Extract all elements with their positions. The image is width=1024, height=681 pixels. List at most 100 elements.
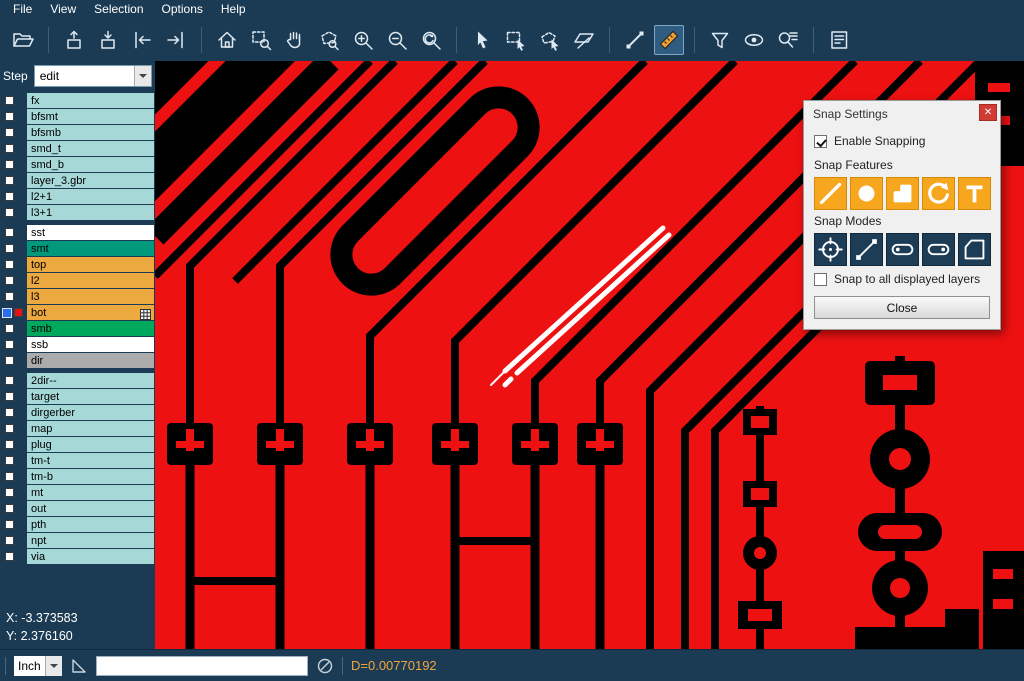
layer-label[interactable]: plug [27,437,154,452]
chevron-down-icon[interactable] [45,656,62,676]
layer-label[interactable]: tm-b [27,469,154,484]
layer-visibility-checkbox[interactable] [5,324,14,333]
layer-row[interactable]: fx [0,93,155,108]
layer-row[interactable]: l2+1 [0,189,155,204]
unit-dropdown[interactable]: Inch [14,656,62,676]
layer-visibility-checkbox[interactable] [5,424,14,433]
zoom-out-button[interactable] [382,25,412,55]
layer-row[interactable]: tm-t [0,453,155,468]
layer-row[interactable]: smb [0,321,155,336]
measure-ruler-button[interactable] [654,25,684,55]
layer-row[interactable]: smt [0,241,155,256]
home-view-button[interactable] [212,25,242,55]
angle-corner-icon[interactable] [70,657,88,675]
layer-row[interactable]: npt [0,533,155,548]
layer-label[interactable]: 2dir-- [27,373,154,388]
layer-label[interactable]: smt [27,241,154,256]
layer-visibility-checkbox[interactable] [5,160,14,169]
layer-visibility-checkbox[interactable] [5,536,14,545]
select-window-button[interactable] [501,25,531,55]
layer-label[interactable]: l3 [27,289,154,304]
layer-row[interactable]: map [0,421,155,436]
layer-row[interactable]: out [0,501,155,516]
layer-row[interactable]: dirgerber [0,405,155,420]
snap-slot-left-button[interactable] [886,233,919,266]
layer-visibility-checkbox[interactable] [5,128,14,137]
layer-visibility-checkbox[interactable] [5,208,14,217]
snap-slot-right-button[interactable] [922,233,955,266]
layer-row[interactable]: plug [0,437,155,452]
layer-label[interactable]: l3+1 [27,205,154,220]
view-options-button[interactable] [739,25,769,55]
layer-row[interactable]: bot [0,305,155,320]
layer-visibility-checkbox[interactable] [5,472,14,481]
layer-row[interactable]: l3 [0,289,155,304]
query-button[interactable] [773,25,803,55]
layer-visibility-checkbox[interactable] [5,192,14,201]
layer-visibility-checkbox[interactable] [5,376,14,385]
layer-visibility-checkbox[interactable] [5,96,14,105]
layer-visibility-checkbox[interactable] [5,260,14,269]
close-button[interactable]: Close [814,296,990,319]
layer-label[interactable]: sst [27,225,154,240]
layer-row[interactable]: smd_t [0,141,155,156]
import-down-button[interactable] [93,25,123,55]
select-arrow-button[interactable] [467,25,497,55]
zoom-window-button[interactable] [246,25,276,55]
step-left-button[interactable] [127,25,157,55]
layer-visibility-checkbox[interactable] [5,504,14,513]
chevron-down-icon[interactable] [134,66,151,86]
layer-row[interactable]: via [0,549,155,564]
snap-arc-button[interactable] [922,177,955,210]
layer-row[interactable]: dir [0,353,155,368]
layer-visibility-checkbox[interactable] [5,228,14,237]
menu-help[interactable]: Help [212,0,255,19]
redraw-icon[interactable] [316,657,334,675]
layer-row[interactable]: top [0,257,155,272]
command-input[interactable] [96,656,308,676]
layer-visibility-checkbox[interactable] [5,456,14,465]
layer-label[interactable]: tm-t [27,453,154,468]
all-layers-checkbox[interactable] [814,273,827,286]
layer-row[interactable]: 2dir-- [0,373,155,388]
layer-visibility-checkbox[interactable] [5,112,14,121]
layer-active-indicator[interactable] [2,308,12,318]
layer-row[interactable]: l2 [0,273,155,288]
layer-visibility-checkbox[interactable] [5,488,14,497]
layer-label[interactable]: npt [27,533,154,548]
layer-row[interactable]: bfsmb [0,125,155,140]
layer-visibility-checkbox[interactable] [5,144,14,153]
layer-label[interactable]: smb [27,321,154,336]
layer-label[interactable]: top [27,257,154,272]
snap-pad-button[interactable] [850,177,883,210]
draw-line-button[interactable] [620,25,650,55]
layer-row[interactable]: smd_b [0,157,155,172]
select-skew-button[interactable] [569,25,599,55]
layer-row[interactable]: layer_3.gbr [0,173,155,188]
layer-visibility-checkbox[interactable] [5,176,14,185]
layer-row[interactable]: ssb [0,337,155,352]
layer-row[interactable]: tm-b [0,469,155,484]
zoom-in-button[interactable] [348,25,378,55]
layer-row[interactable]: l3+1 [0,205,155,220]
layer-label[interactable]: mt [27,485,154,500]
snap-vertex-button[interactable] [958,233,991,266]
report-button[interactable] [824,25,854,55]
step-dropdown[interactable]: edit [34,65,152,87]
menu-view[interactable]: View [41,0,85,19]
close-icon[interactable]: ✕ [979,104,997,121]
layer-label[interactable]: smd_t [27,141,154,156]
layer-visibility-checkbox[interactable] [5,356,14,365]
menu-file[interactable]: File [4,0,41,19]
menu-selection[interactable]: Selection [85,0,152,19]
layer-label[interactable]: ssb [27,337,154,352]
layer-visibility-checkbox[interactable] [5,292,14,301]
layer-row[interactable]: target [0,389,155,404]
layer-label[interactable]: out [27,501,154,516]
layer-label[interactable]: smd_b [27,157,154,172]
select-polygon-button[interactable] [535,25,565,55]
zoom-previous-button[interactable] [416,25,446,55]
layer-label[interactable]: dirgerber [27,405,154,420]
layer-label[interactable]: l2 [27,273,154,288]
layer-label[interactable]: l2+1 [27,189,154,204]
